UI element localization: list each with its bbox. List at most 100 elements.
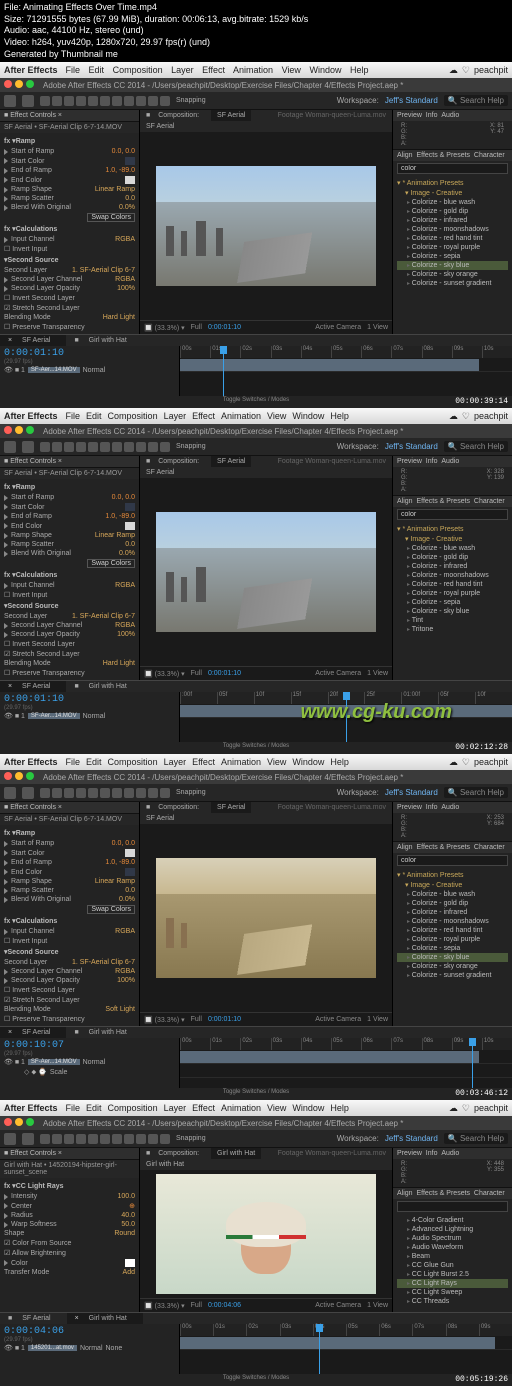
prop-end-ramp[interactable]: End of Ramp1.0, -89.0 <box>4 166 135 175</box>
effects-presets-tab[interactable]: Effects & Presets <box>416 152 470 159</box>
app-name[interactable]: After Effects <box>4 65 58 75</box>
prop-invert-input[interactable]: ☐ Invert Input <box>4 244 135 254</box>
preset-item-selected[interactable]: Colorize - sky blue <box>397 261 508 270</box>
menu-window[interactable]: Window <box>309 65 341 75</box>
prop-invert-second[interactable]: ☐ Invert Second Layer <box>4 293 135 303</box>
preset-item[interactable]: Colorize - red hand tint <box>397 234 508 243</box>
workspace-dropdown[interactable]: Jeff's Standard <box>385 96 438 105</box>
prop-second-opacity[interactable]: Second Layer Opacity100% <box>4 284 135 293</box>
workspace-label: Workspace: <box>337 96 379 105</box>
timeline-tab-girl[interactable]: ■ Girl with Hat <box>66 335 142 346</box>
user-name[interactable]: peachpit <box>474 65 508 75</box>
camera-tool-icon[interactable] <box>52 96 62 106</box>
prop-blend-original[interactable]: Blend With Original0.0% <box>4 203 135 212</box>
menu-edit[interactable]: Edit <box>89 65 105 75</box>
shape-tool-icon[interactable] <box>76 96 86 106</box>
menu-help[interactable]: Help <box>350 65 369 75</box>
preset-folder-creative[interactable]: ▾ Image - Creative <box>397 188 508 198</box>
menu-composition[interactable]: Composition <box>113 65 163 75</box>
audio-tab[interactable]: Audio <box>441 112 459 119</box>
menu-effect[interactable]: Effect <box>202 65 225 75</box>
prop-stretch-second[interactable]: ☑ Stretch Second Layer <box>4 303 135 313</box>
prop-input-channel[interactable]: Input ChannelRGBA <box>4 235 135 244</box>
prop-end-color[interactable]: End Color <box>4 175 135 185</box>
window-titlebar: Adobe After Effects CC 2014 - /Users/pea… <box>0 78 512 92</box>
text-tool-icon[interactable] <box>100 96 110 106</box>
clone-tool-icon[interactable] <box>124 96 134 106</box>
thumbnail-timecode: 00:00:39:14 <box>455 397 508 406</box>
search-help-input[interactable]: 🔍 Search Help <box>444 95 508 106</box>
prop-ramp-scatter[interactable]: Ramp Scatter0.0 <box>4 194 135 203</box>
prop-start-ramp[interactable]: Start of Ramp0.0, 0.0 <box>4 147 135 156</box>
comp-tab-aerial[interactable]: SF Aerial <box>211 110 251 121</box>
preset-item[interactable]: Colorize - moonshadows <box>397 225 508 234</box>
menu-layer[interactable]: Layer <box>171 65 194 75</box>
prop-start-color[interactable]: Start Color <box>4 156 135 166</box>
heart-icon[interactable]: ♡ <box>462 65 470 76</box>
view-count-dropdown[interactable]: 1 View <box>367 324 388 331</box>
character-tab[interactable]: Character <box>474 152 505 159</box>
camera-dropdown[interactable]: Active Camera <box>315 324 361 331</box>
timeline-tab-aerial[interactable]: × SF Aerial <box>0 335 66 346</box>
preview-tab[interactable]: Preview <box>397 112 422 119</box>
pen-tool-icon[interactable] <box>88 96 98 106</box>
align-tab[interactable]: Align <box>397 152 413 159</box>
preset-item[interactable]: Colorize - gold dip <box>397 207 508 216</box>
prop-ramp-shape[interactable]: Ramp ShapeLinear Ramp <box>4 185 135 194</box>
menu-file[interactable]: File <box>66 65 81 75</box>
preset-search-input[interactable] <box>397 163 508 174</box>
brush-tool-icon[interactable] <box>112 96 122 106</box>
menu-items: File Edit Composition Layer Effect Anima… <box>66 65 375 75</box>
calculations-header[interactable]: fx ▾ Calculations <box>4 223 135 235</box>
preset-item[interactable]: Colorize - infrared <box>397 216 508 225</box>
preset-item[interactable]: Colorize - sunset gradient <box>397 279 508 288</box>
preview-city-aerial <box>156 166 376 286</box>
preset-folder-animation[interactable]: ▾ * Animation Presets <box>397 178 508 188</box>
menu-animation[interactable]: Animation <box>233 65 273 75</box>
effect-controls-tab[interactable]: ■ Effect Controls × <box>0 110 139 122</box>
close-icon[interactable] <box>4 80 12 88</box>
preset-item[interactable]: Colorize - sepia <box>397 252 508 261</box>
preset-item[interactable]: Colorize - royal purple <box>397 243 508 252</box>
toggle-switches-button[interactable]: Toggle Switches / Modes <box>0 396 512 408</box>
preset-search-input[interactable] <box>397 1201 508 1212</box>
zoom-icon[interactable] <box>26 80 34 88</box>
snapping-label[interactable]: Snapping <box>176 97 206 104</box>
cloud-icon[interactable]: ☁ <box>449 65 458 76</box>
timeline-layer-1[interactable]: 👁 ■ 1 SF-Aer...14.MOV Normal <box>4 365 175 375</box>
prop-preserve-trans[interactable]: ☐ Preserve Transparency <box>4 322 135 332</box>
view-controls-bar: 🔲 (33.3%) ▾ Full 0:00:01:10 Active Camer… <box>140 320 392 334</box>
pan-behind-tool-icon[interactable] <box>64 96 74 106</box>
timeline-tracks[interactable]: 00s01s02s03s04s05s06s07s08s09s10s <box>180 346 512 396</box>
zoom-dropdown[interactable]: 🔲 (33.3%) ▾ <box>144 324 185 332</box>
prop-blend-mode[interactable]: Blending ModeHard Light <box>4 313 135 322</box>
prop-second-channel[interactable]: Second Layer ChannelRGBA <box>4 275 135 284</box>
timeline-timecode[interactable]: 0:00:01:10 <box>4 348 175 359</box>
second-source-header[interactable]: ▾ Second Source <box>4 254 135 266</box>
hand-tool-icon[interactable] <box>22 95 34 107</box>
thumbnail-frame-2: After EffectsFileEditCompositionLayerEff… <box>0 408 512 754</box>
thumbnail-frame-4: After EffectsFileEditCompositionLayerEff… <box>0 1100 512 1386</box>
footage-name: Footage Woman-queen-Luma.mov <box>272 110 392 121</box>
playhead[interactable] <box>223 346 224 396</box>
comp-crumb[interactable]: SF Aerial <box>140 121 180 132</box>
eraser-tool-icon[interactable] <box>136 96 146 106</box>
menu-view[interactable]: View <box>282 65 301 75</box>
swap-colors-button[interactable]: Swap Colors <box>4 212 135 223</box>
viewer-resolution[interactable]: Full <box>191 324 202 331</box>
info-tab[interactable]: Info <box>426 112 438 119</box>
preset-item[interactable]: Colorize - sky orange <box>397 270 508 279</box>
preset-list: ▾ * Animation Presets ▾ Image - Creative… <box>393 176 512 290</box>
preset-item[interactable]: Colorize - blue wash <box>397 198 508 207</box>
puppet-tool-icon[interactable] <box>160 96 170 106</box>
prop-second-layer[interactable]: Second Layer1. SF-Aerial Clip 6-7 <box>4 266 135 275</box>
viewport[interactable] <box>140 132 392 320</box>
viewer-timecode[interactable]: 0:00:01:10 <box>208 324 241 331</box>
selection-tool-icon[interactable] <box>4 95 16 107</box>
ramp-effect-header[interactable]: fx ▾ Ramp <box>4 135 135 147</box>
roto-tool-icon[interactable] <box>148 96 158 106</box>
minimize-icon[interactable] <box>15 80 23 88</box>
cc-light-rays-header[interactable]: fx ▾ CC Light Rays <box>4 1180 135 1192</box>
rotate-tool-icon[interactable] <box>40 96 50 106</box>
file-metadata: File: Animating Effects Over Time.mp4 Si… <box>0 0 512 62</box>
